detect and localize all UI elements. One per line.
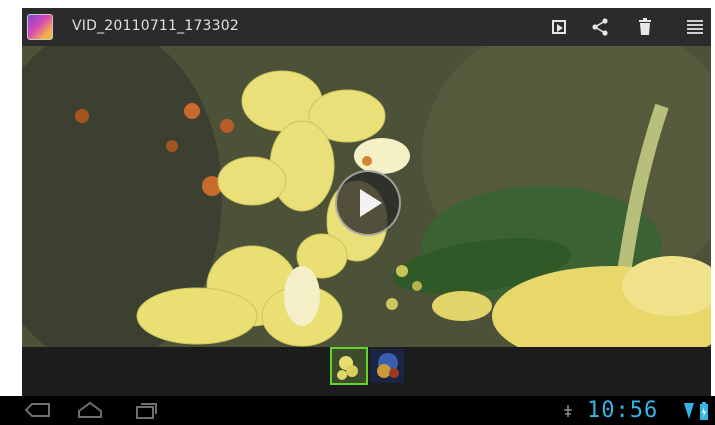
play-circle-icon (360, 189, 382, 217)
filmstrip (22, 347, 711, 396)
gallery-screen: VID_20110711_173302 (22, 8, 711, 396)
video-thumb-image (332, 349, 366, 383)
trash-icon (639, 18, 651, 35)
action-bar: VID_20110711_173302 (22, 8, 711, 46)
photo-thumb-image (370, 349, 404, 383)
play-square-icon (552, 20, 566, 34)
overflow-menu-icon (687, 20, 703, 34)
recent-apps-icon (136, 403, 157, 419)
system-bar: 10:56 (0, 396, 715, 425)
wifi-signal-icon (683, 400, 695, 422)
home-button[interactable] (70, 398, 110, 422)
overflow-menu-button[interactable] (682, 14, 708, 40)
share-button[interactable] (587, 14, 613, 40)
photo-thumbnail[interactable] (370, 349, 404, 383)
back-icon (24, 403, 50, 417)
media-title: VID_20110711_173302 (72, 18, 239, 34)
play-button[interactable] (335, 170, 401, 236)
back-button[interactable] (18, 398, 58, 422)
clock: 10:56 (587, 398, 659, 423)
home-icon (78, 401, 102, 418)
video-thumbnail[interactable] (330, 347, 368, 385)
gallery-thumb-icon[interactable] (27, 14, 53, 40)
video-preview[interactable] (22, 46, 711, 347)
share-icon (592, 18, 608, 36)
recent-apps-button[interactable] (126, 398, 166, 422)
slideshow-button[interactable] (546, 14, 572, 40)
delete-button[interactable] (632, 14, 658, 40)
usb-debug-icon (560, 400, 576, 422)
battery-icon (698, 400, 710, 422)
